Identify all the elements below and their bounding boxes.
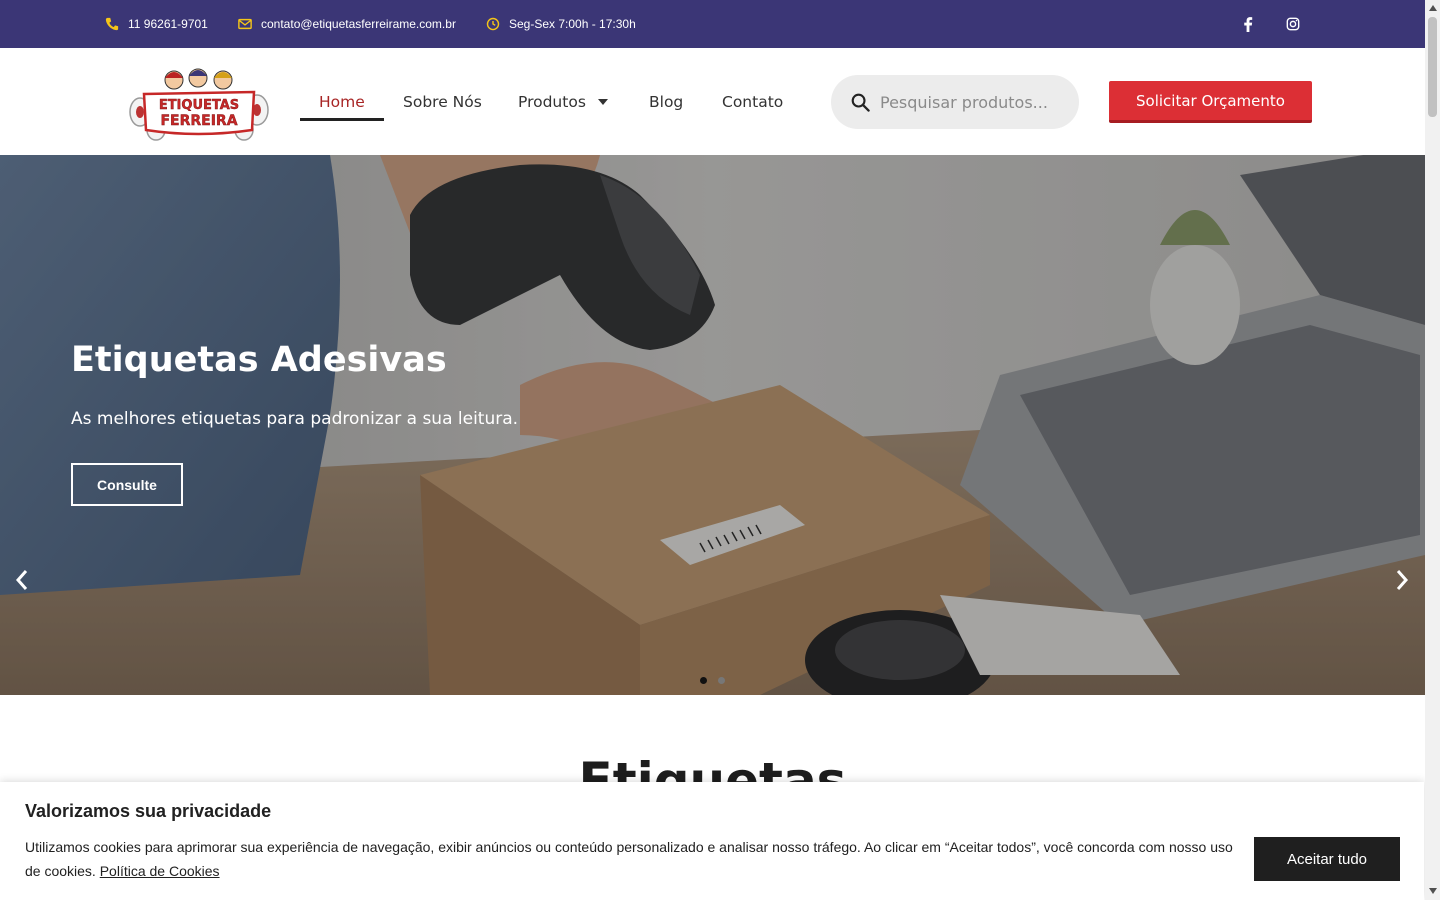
instagram-icon [1286, 17, 1300, 31]
nav-products-label: Produtos [518, 92, 586, 111]
cookie-text-block: Utilizamos cookies para aprimorar sua ex… [25, 835, 1240, 883]
search-icon[interactable] [851, 93, 870, 112]
phone-info[interactable]: 11 96261-9701 [105, 0, 208, 48]
nav-active-indicator [300, 118, 384, 121]
facebook-icon [1244, 16, 1253, 32]
email-info[interactable]: contato@etiquetasferreirame.com.br [238, 0, 456, 48]
top-info-bar: 11 96261-9701 contato@etiquetasferreiram… [0, 0, 1425, 48]
accept-all-button[interactable]: Aceitar tudo [1254, 837, 1400, 881]
search-input[interactable] [880, 92, 1070, 112]
hours-text: Seg-Sex 7:00h - 17:30h [509, 17, 636, 31]
hero-subtitle: As melhores etiquetas para padronizar a … [71, 409, 519, 429]
prev-slide-arrow[interactable] [9, 565, 35, 595]
page-scrollbar[interactable] [1425, 0, 1440, 900]
phone-icon [105, 17, 119, 31]
phone-text: 11 96261-9701 [128, 17, 208, 31]
main-header: ETIQUETAS FERREIRA Home Sobre Nós Produt… [0, 48, 1425, 155]
site-logo[interactable]: ETIQUETAS FERREIRA [126, 64, 271, 144]
hero-title: Etiquetas Adesivas [71, 340, 447, 380]
chevron-left-icon [15, 570, 28, 590]
product-search[interactable] [831, 75, 1079, 129]
chevron-right-icon [1396, 570, 1409, 590]
cookie-policy-link[interactable]: Política de Cookies [100, 863, 220, 879]
cookie-banner: Valorizamos sua privacidade Utilizamos c… [0, 782, 1424, 900]
facebook-link[interactable] [1239, 15, 1257, 33]
clock-icon [486, 17, 500, 31]
envelope-icon [238, 18, 252, 30]
cookie-title: Valorizamos sua privacidade [25, 801, 272, 821]
nav-products[interactable]: Produtos [518, 48, 608, 155]
caret-down-icon [597, 98, 608, 105]
triangle-up-icon [1428, 5, 1437, 11]
nav-contact[interactable]: Contato [722, 48, 783, 155]
email-text: contato@etiquetasferreirame.com.br [261, 17, 456, 31]
logo-text-2: FERREIRA [160, 113, 237, 129]
request-quote-button[interactable]: Solicitar Orçamento [1109, 81, 1312, 123]
nav-about[interactable]: Sobre Nós [403, 48, 482, 155]
scroll-up-arrow[interactable] [1428, 3, 1437, 13]
hours-info: Seg-Sex 7:00h - 17:30h [486, 0, 636, 48]
triangle-down-icon [1428, 888, 1437, 894]
instagram-link[interactable] [1284, 15, 1302, 33]
consult-button[interactable]: Consulte [71, 463, 183, 506]
nav-blog[interactable]: Blog [649, 48, 683, 155]
slide-dot-2[interactable] [718, 677, 725, 684]
next-slide-arrow[interactable] [1389, 565, 1415, 595]
scroll-down-arrow[interactable] [1428, 886, 1437, 896]
scrollbar-thumb[interactable] [1428, 17, 1437, 117]
nav-home[interactable]: Home [319, 48, 365, 155]
slide-dot-1[interactable] [700, 677, 707, 684]
logo-text-1: ETIQUETAS [159, 98, 239, 113]
